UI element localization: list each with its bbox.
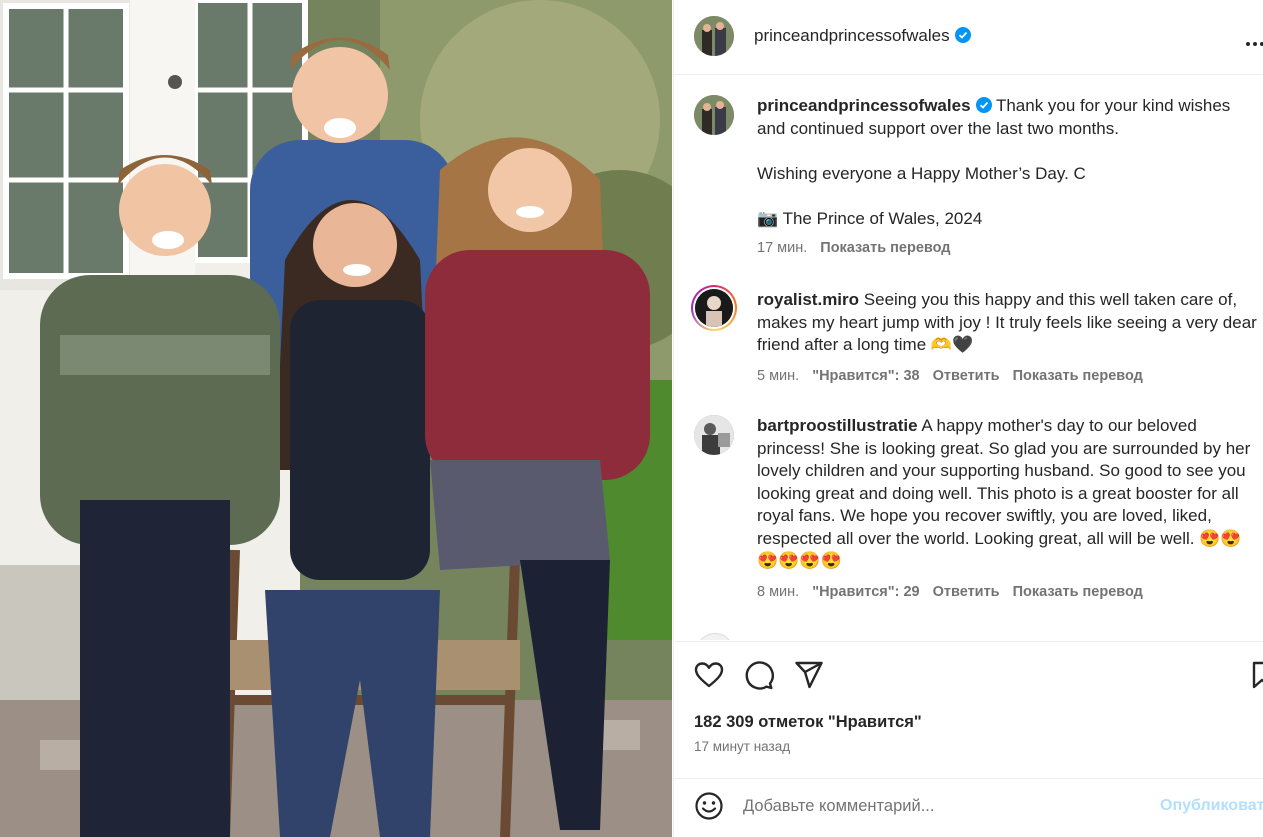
emoji-icon[interactable] <box>694 791 724 821</box>
post-side-panel: princeandprincessofwales princeandprince… <box>673 0 1263 837</box>
verified-badge-icon <box>975 97 992 113</box>
comment-meta: 5 мин. "Нравится": 38 Ответить Показать пер… <box>757 368 1156 384</box>
comment-username[interactable]: bartproostillustratie <box>757 416 918 435</box>
profile-avatar[interactable] <box>694 16 734 56</box>
commenter-avatar[interactable] <box>695 289 733 327</box>
comment-likes[interactable]: "Нравится": 38 <box>812 368 919 384</box>
post-time[interactable]: 17 минут назад <box>694 739 790 754</box>
likes-count[interactable]: 182 309 отметок "Нравится" <box>694 713 922 732</box>
comment-text: A happy mother's day to our beloved prin… <box>757 416 1251 570</box>
comment-likes[interactable]: "Нравится": 29 <box>812 584 919 600</box>
comment-input[interactable] <box>743 792 1143 820</box>
caption-translate-button[interactable]: Показать перевод <box>820 240 950 256</box>
post-header: princeandprincessofwales <box>674 0 1263 75</box>
comment-meta: 8 мин. "Нравится": 29 Ответить Показать пер… <box>757 584 1156 600</box>
family-photo-illustration <box>0 0 672 837</box>
caption-time[interactable]: 17 мин. <box>757 240 807 256</box>
verified-badge-icon <box>954 27 971 43</box>
translate-button[interactable]: Показать перевод <box>1013 584 1143 600</box>
more-options-icon[interactable] <box>1246 33 1263 46</box>
reply-button[interactable]: Ответить <box>933 584 1000 600</box>
publish-button[interactable]: Опубликовать <box>1160 797 1263 815</box>
comment-time[interactable]: 5 мин. <box>757 368 799 384</box>
next-commenter-avatar[interactable] <box>696 633 734 640</box>
story-ring[interactable] <box>691 285 737 331</box>
comment-time[interactable]: 8 мин. <box>757 584 799 600</box>
post-actions: 182 309 отметок "Нравится" 17 минут наза… <box>674 641 1263 837</box>
caption-line-2: Wishing everyone a Happy Mother’s Day. C <box>757 163 1086 183</box>
caption-username[interactable]: princeandprincessofwales <box>757 96 971 115</box>
translate-button[interactable]: Показать перевод <box>1013 368 1143 384</box>
comment-icon[interactable] <box>744 660 774 690</box>
share-icon[interactable] <box>794 660 824 690</box>
reply-button[interactable]: Ответить <box>933 368 1000 384</box>
caption-text: princeandprincessofwales Thank you for y… <box>757 95 1262 230</box>
comments-list: princeandprincessofwales Thank you for y… <box>674 75 1263 640</box>
post-photo[interactable] <box>0 0 672 837</box>
caption-line-3: 📷 The Prince of Wales, 2024 <box>757 208 983 228</box>
heart-icon[interactable] <box>694 660 724 690</box>
caption-meta: 17 мин. Показать перевод <box>757 240 964 256</box>
commenter-avatar[interactable] <box>694 415 734 455</box>
caption-avatar[interactable] <box>694 95 734 135</box>
comment-username[interactable]: royalist.miro <box>757 290 859 309</box>
profile-username[interactable]: princeandprincessofwales <box>754 26 950 45</box>
bookmark-icon[interactable] <box>1250 660 1263 690</box>
